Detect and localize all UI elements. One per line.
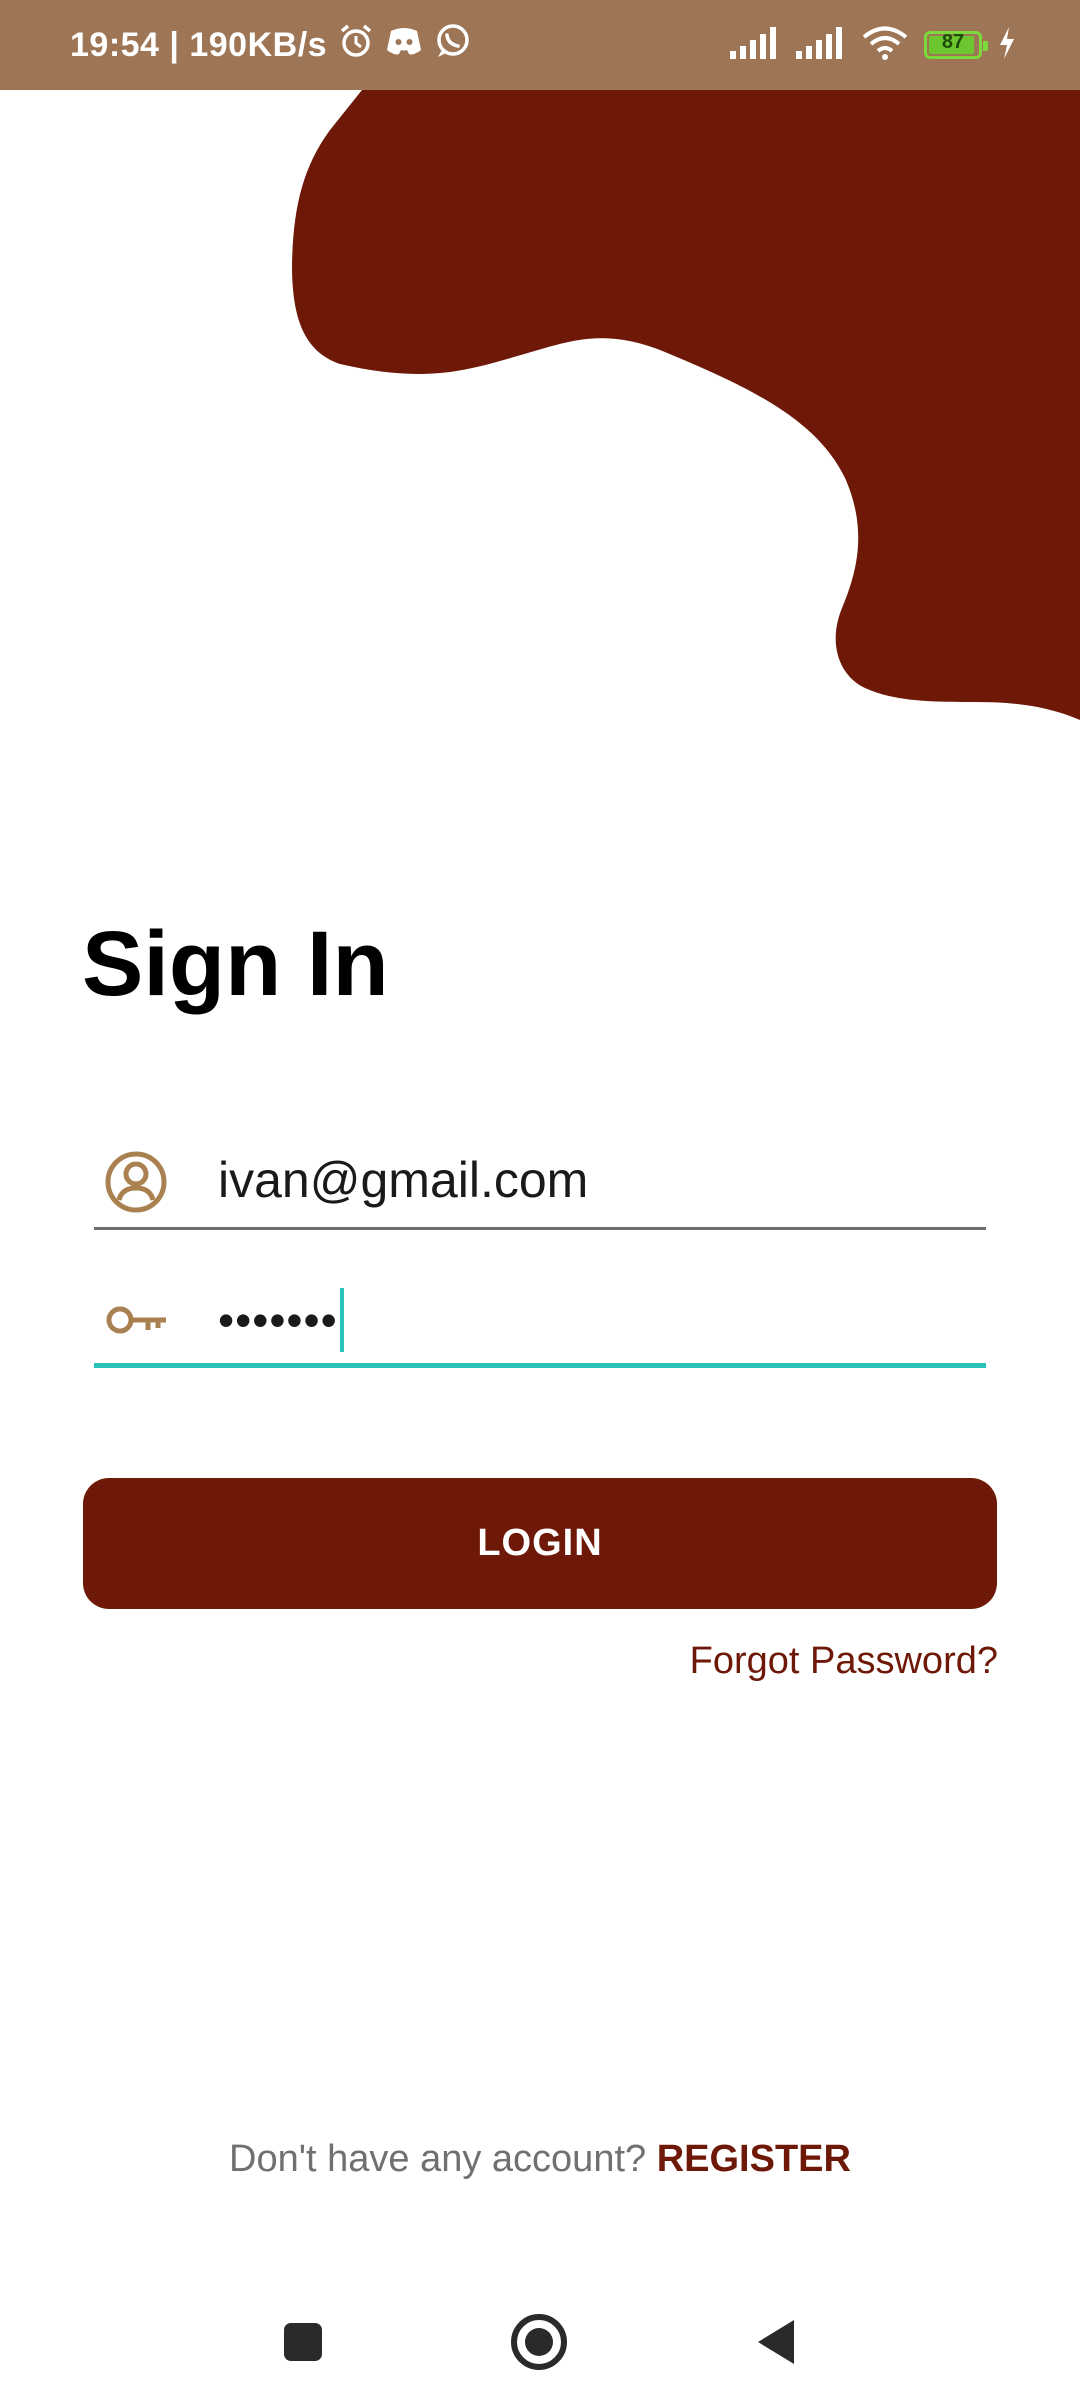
register-row: Don't have any account? REGISTER [0,2138,1080,2181]
whatsapp-icon [433,22,471,69]
password-field[interactable]: ••••••• [94,1268,986,1368]
key-icon [104,1288,168,1352]
charging-icon [998,26,1016,64]
status-bar: 19:54 | 190KB/s 87 [0,0,1080,90]
alarm-icon [337,22,375,69]
password-value: ••••••• [218,1294,338,1346]
discord-icon [385,24,423,67]
battery-level: 87 [941,31,965,53]
login-button[interactable]: LOGIN [83,1478,997,1609]
signal-icon [796,26,846,64]
register-link[interactable]: REGISTER [657,2138,851,2180]
status-bar-right: 87 [730,0,1016,90]
account-circle-icon [104,1150,168,1214]
no-account-text: Don't have any account? [229,2138,657,2180]
forgot-password-link[interactable]: Forgot Password? [690,1640,998,1683]
home-icon[interactable] [503,2306,575,2378]
password-input[interactable]: ••••••• [218,1288,344,1352]
decorative-blob [292,90,1080,720]
signal-icon [730,26,780,64]
battery-icon: 87 [924,31,988,59]
recents-icon[interactable] [267,2306,339,2378]
text-cursor [339,1288,344,1352]
page-title: Sign In [82,913,389,1015]
status-bar-left: 19:54 | 190KB/s [70,0,471,90]
back-icon[interactable] [740,2306,812,2378]
email-input[interactable] [218,1130,958,1230]
status-time: 19:54 | 190KB/s [70,25,328,64]
email-field[interactable] [94,1130,986,1230]
wifi-icon [862,26,908,65]
navigation-bar [0,2280,1080,2400]
